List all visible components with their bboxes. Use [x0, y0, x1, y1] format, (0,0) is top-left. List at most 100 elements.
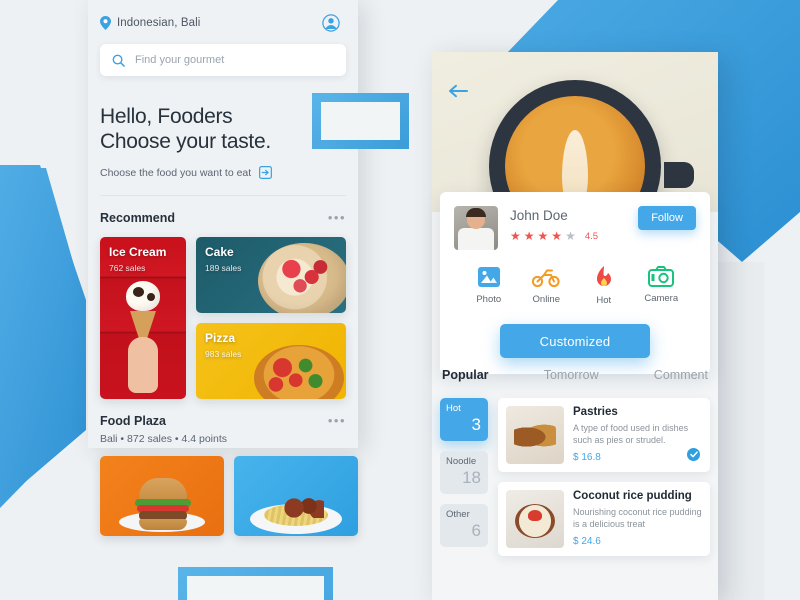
location-text: Indonesian, Bali	[117, 17, 201, 29]
list-item-price: $ 16.8	[573, 452, 601, 463]
camera-icon	[648, 266, 675, 287]
search-input-placeholder[interactable]: Find your gourmet	[135, 54, 224, 66]
follow-button[interactable]: Follow	[638, 206, 696, 230]
chip-label: Noodle	[446, 456, 477, 467]
list-area: Hot 3 Noodle 18 Other 6 Pastries A type …	[440, 398, 710, 556]
list-item-description: A type of food used in dishes such as pi…	[573, 423, 689, 445]
recommend-card-cake[interactable]: Cake 189 sales	[196, 237, 346, 313]
photo-icon	[477, 267, 500, 287]
chip-count: 18	[462, 468, 481, 487]
profile-top-row: John Doe ★ ★ ★ ★ ★ 4.5 Follow	[454, 206, 696, 250]
avatar	[454, 206, 498, 250]
food-card-sales: 762 sales	[109, 263, 146, 273]
food-plaza-card-burger[interactable]	[100, 456, 224, 536]
search-icon	[112, 54, 125, 67]
action-photo[interactable]: Photo	[460, 266, 518, 306]
food-card-title: Pizza	[205, 331, 236, 345]
profile-info: John Doe ★ ★ ★ ★ ★ 4.5	[510, 206, 626, 242]
more-dots-icon[interactable]: •••	[328, 210, 346, 225]
decorative-frame-bottom	[178, 567, 333, 600]
check-circle-icon[interactable]	[687, 448, 700, 461]
action-label: Hot	[596, 295, 612, 306]
hero-coffee-image	[432, 52, 718, 212]
star-icon: ★	[537, 229, 549, 243]
list-item-price: $ 24.6	[573, 536, 601, 547]
profile-name: John Doe	[510, 208, 568, 223]
list-item-body: Coconut rice pudding Nourishing coconut …	[573, 490, 702, 548]
chip-other[interactable]: Other 6	[440, 504, 488, 547]
recommend-card-pizza[interactable]: Pizza 983 sales	[196, 323, 346, 399]
action-hot[interactable]: Hot	[575, 266, 633, 306]
ice-cream-cone-image	[126, 281, 160, 393]
location-group[interactable]: Indonesian, Bali	[100, 16, 200, 30]
list-item-body: Pastries A type of food used in dishes s…	[573, 406, 702, 464]
left-phone-panel: Indonesian, Bali Find your gourmet Hello…	[88, 0, 358, 536]
chip-label: Other	[446, 509, 470, 520]
tab-popular[interactable]: Popular	[442, 368, 489, 382]
quick-actions-row: Photo Online Hot Camera	[460, 266, 690, 306]
recommend-grid: Ice Cream 762 sales Cake 189 sales Pizza…	[100, 237, 346, 399]
location-row: Indonesian, Bali	[88, 0, 358, 32]
user-account-icon[interactable]	[322, 14, 340, 32]
flame-icon	[596, 266, 611, 286]
recommend-card-ice-cream[interactable]: Ice Cream 762 sales	[100, 237, 186, 399]
customized-button[interactable]: Customized	[500, 324, 650, 358]
chip-count: 3	[471, 415, 481, 434]
map-pin-icon	[100, 16, 111, 30]
back-arrow-icon[interactable]	[448, 84, 468, 98]
recommend-header: Recommend •••	[100, 210, 346, 225]
profile-card: John Doe ★ ★ ★ ★ ★ 4.5 Follow Photo Onli…	[440, 192, 710, 374]
action-label: Photo	[476, 294, 502, 305]
star-icon: ★	[523, 229, 535, 243]
food-plaza-header: Food Plaza •••	[100, 413, 346, 428]
rating-value: 4.5	[584, 230, 599, 242]
food-card-title: Ice Cream	[109, 245, 167, 259]
greeting-subtitle: Choose the food you want to eat	[100, 166, 252, 179]
chip-label: Hot	[446, 403, 461, 414]
recommend-title: Recommend	[100, 210, 176, 225]
star-icon-empty: ★	[565, 229, 576, 243]
cake-image	[258, 243, 346, 313]
star-icon: ★	[510, 229, 521, 243]
pizza-image	[254, 345, 344, 399]
action-camera[interactable]: Camera	[633, 266, 691, 306]
list-item-title: Pastries	[573, 406, 618, 418]
motorcycle-icon	[532, 269, 560, 288]
burger-image	[119, 476, 205, 532]
food-plaza-grid	[100, 456, 358, 536]
recommend-right-column: Cake 189 sales Pizza 983 sales	[196, 237, 346, 399]
right-phone-panel: John Doe ★ ★ ★ ★ ★ 4.5 Follow Photo Onli…	[432, 52, 718, 600]
list-item-title: Coconut rice pudding	[573, 490, 692, 502]
food-plaza-card-pasta[interactable]	[234, 456, 358, 536]
section-divider	[100, 195, 346, 196]
content-tabs: Popular Tomorrow Comment	[440, 368, 710, 382]
search-bar[interactable]: Find your gourmet	[100, 44, 346, 76]
arrow-enter-icon[interactable]	[259, 166, 273, 179]
greeting-subtitle-row: Choose the food you want to eat	[100, 166, 358, 179]
list-item-thumbnail	[506, 406, 564, 464]
food-card-sales: 189 sales	[205, 263, 242, 273]
list-item[interactable]: Pastries A type of food used in dishes s…	[498, 398, 710, 472]
star-icon: ★	[551, 229, 563, 243]
food-card-title: Cake	[205, 245, 234, 259]
food-plaza-title: Food Plaza	[100, 413, 166, 428]
tab-comment[interactable]: Comment	[654, 368, 708, 382]
food-card-sales: 983 sales	[205, 349, 242, 359]
chip-noodle[interactable]: Noodle 18	[440, 451, 488, 494]
chip-hot[interactable]: Hot 3	[440, 398, 488, 441]
list-item-description: Nourishing coconut rice pudding is a del…	[573, 507, 702, 529]
list-item-thumbnail	[506, 490, 564, 548]
category-chips: Hot 3 Noodle 18 Other 6	[440, 398, 488, 556]
chip-count: 6	[471, 521, 481, 540]
pasta-image	[250, 486, 342, 534]
more-dots-icon[interactable]: •••	[328, 413, 346, 428]
food-plaza-meta: Bali • 872 sales • 4.4 points	[100, 433, 228, 445]
action-online[interactable]: Online	[518, 266, 576, 306]
list-item[interactable]: Coconut rice pudding Nourishing coconut …	[498, 482, 710, 556]
action-label: Online	[532, 294, 560, 305]
food-list: Pastries A type of food used in dishes s…	[498, 398, 710, 556]
tab-tomorrow[interactable]: Tomorrow	[544, 368, 599, 382]
rating-stars: ★ ★ ★ ★ ★ 4.5	[510, 230, 626, 242]
action-label: Camera	[644, 293, 679, 304]
decorative-frame-top	[312, 93, 409, 149]
